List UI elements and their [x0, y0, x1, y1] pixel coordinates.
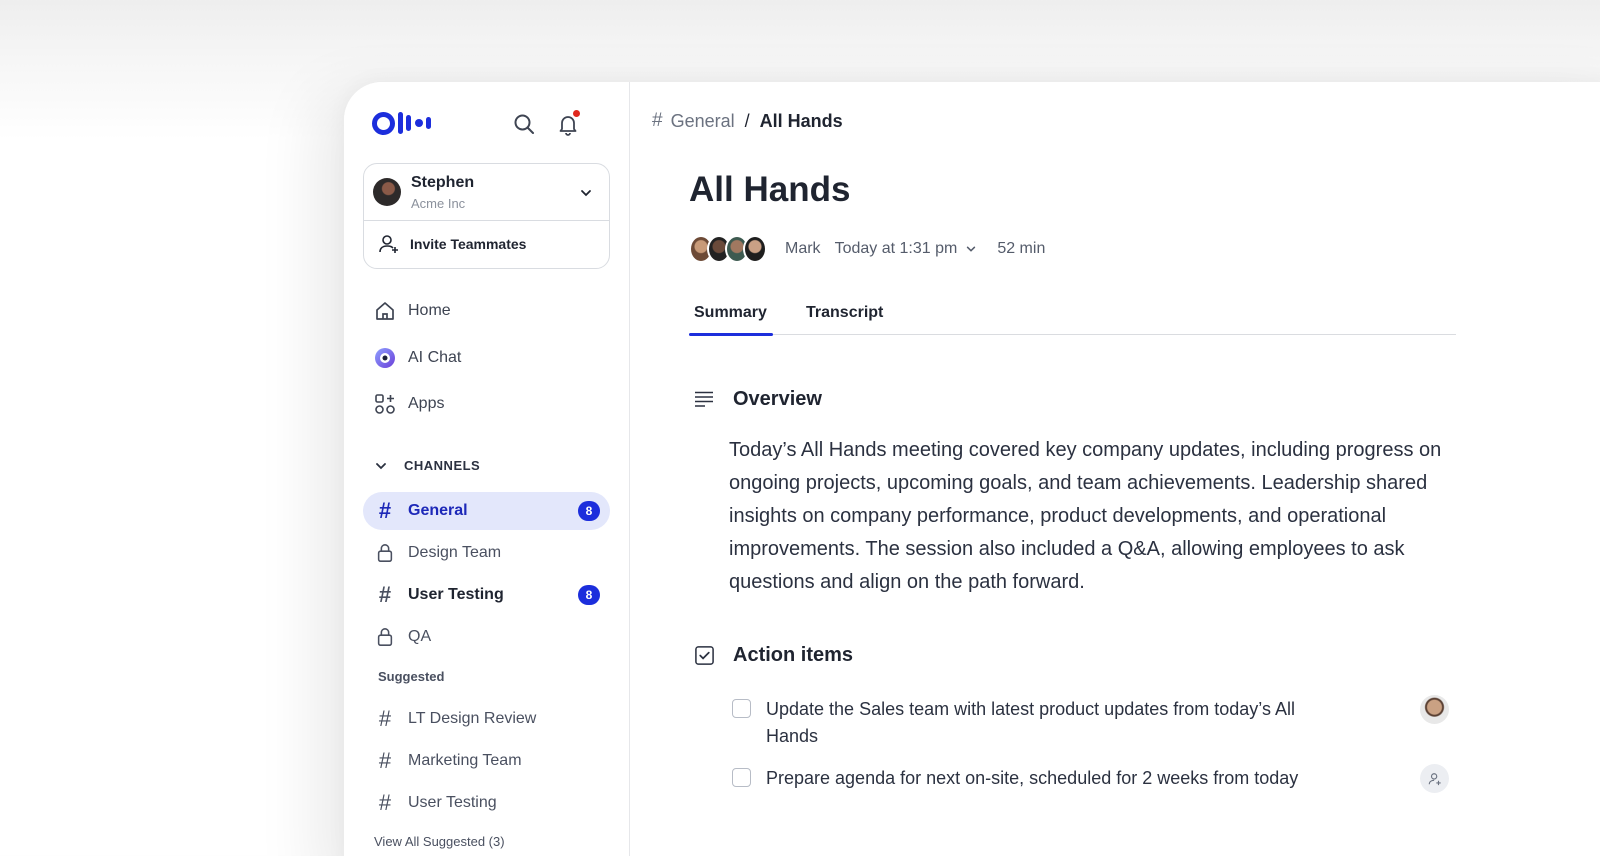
breadcrumb-channel-link[interactable]: General — [671, 111, 735, 132]
search-icon[interactable] — [512, 112, 536, 136]
overview-heading-label: Overview — [733, 388, 822, 410]
channels-section-toggle[interactable]: CHANNELS — [374, 458, 480, 473]
hash-icon: # — [378, 790, 392, 815]
breadcrumb: # General / All Hands — [652, 110, 843, 132]
nav-item-label: Apps — [408, 395, 445, 412]
tab-transcript[interactable]: Transcript — [806, 304, 883, 322]
account-switcher[interactable]: Stephen Acme Inc — [364, 164, 609, 221]
page-title: All Hands — [689, 170, 851, 209]
chevron-down-icon[interactable] — [579, 186, 593, 200]
unread-badge: 8 — [578, 585, 600, 605]
action-item-checkbox[interactable] — [732, 699, 751, 718]
account-card: Stephen Acme Inc Invite Teammates — [363, 163, 610, 269]
meeting-owner: Mark — [785, 240, 821, 257]
invite-teammates-label: Invite Teammates — [410, 236, 527, 252]
action-item: Update the Sales team with latest produc… — [732, 696, 1306, 750]
account-org: Acme Inc — [411, 196, 466, 211]
action-item: Prepare agenda for next on-site, schedul… — [732, 765, 1306, 792]
unread-badge: 8 — [578, 501, 600, 521]
ai-chat-icon — [374, 347, 396, 369]
assignee-avatar[interactable] — [1420, 695, 1449, 724]
hash-icon: # — [378, 582, 392, 607]
action-item-text[interactable]: Prepare agenda for next on-site, schedul… — [766, 765, 1306, 792]
channel-item-user-testing[interactable]: # User Testing 8 — [363, 576, 610, 614]
main-content: # General / All Hands All Hands Mark Tod… — [630, 82, 1600, 856]
notification-dot — [573, 110, 580, 117]
nav-item-ai-chat[interactable]: AI Chat — [374, 344, 461, 372]
breadcrumb-current: All Hands — [759, 110, 843, 131]
nav-item-home[interactable]: Home — [374, 297, 451, 325]
channel-label: User Testing — [408, 794, 497, 811]
channel-item-design-team[interactable]: Design Team — [363, 534, 610, 572]
meeting-meta: Mark Today at 1:31 pm 52 min — [689, 235, 1045, 263]
channel-label: LT Design Review — [408, 710, 537, 727]
suggested-item-user-testing[interactable]: # User Testing — [363, 784, 610, 822]
add-assignee-icon — [1428, 772, 1441, 785]
apps-icon — [374, 393, 396, 415]
breadcrumb-separator: / — [744, 110, 750, 131]
avatar — [373, 178, 401, 206]
invite-teammates-button[interactable]: Invite Teammates — [364, 221, 609, 269]
meeting-duration: 52 min — [997, 240, 1046, 257]
overview-text: Today’s All Hands meeting covered key co… — [729, 439, 1442, 593]
suggested-item-marketing-team[interactable]: # Marketing Team — [363, 742, 610, 780]
suggested-heading: Suggested — [378, 669, 445, 684]
checkbox-checked-icon — [693, 645, 715, 667]
hash-icon: # — [652, 110, 663, 131]
overview-heading: Overview — [693, 388, 822, 411]
hash-icon: # — [378, 498, 392, 523]
participant-avatars[interactable] — [689, 235, 767, 263]
channel-label: Marketing Team — [408, 752, 522, 769]
text-lines-icon — [693, 389, 715, 411]
meeting-date-dropdown[interactable]: Today at 1:31 pm — [835, 240, 978, 258]
sidebar: Stephen Acme Inc Invite Teammates Home A… — [344, 82, 630, 856]
channel-item-general[interactable]: # General 8 — [363, 492, 610, 530]
nav-item-label: AI Chat — [408, 349, 462, 366]
nav-item-label: Home — [408, 302, 451, 319]
nav-item-apps[interactable]: Apps — [374, 390, 444, 418]
chevron-down-icon — [967, 246, 976, 252]
tab-summary[interactable]: Summary — [694, 304, 767, 322]
channels-heading: CHANNELS — [404, 458, 481, 473]
avatar — [743, 235, 767, 263]
channel-label: Design Team — [408, 544, 502, 561]
view-all-suggested-link[interactable]: View All Suggested (3) — [374, 834, 505, 849]
channel-item-qa[interactable]: QA — [363, 618, 610, 656]
app-window: Stephen Acme Inc Invite Teammates Home A… — [344, 82, 1600, 856]
tab-bar: Summary Transcript — [689, 287, 1456, 336]
channel-label: User Testing — [408, 586, 504, 603]
meeting-date: Today at 1:31 pm — [834, 240, 958, 257]
action-item-text[interactable]: Update the Sales team with latest produc… — [766, 696, 1306, 750]
add-user-icon — [379, 235, 398, 253]
hash-icon: # — [378, 748, 392, 773]
chevron-down-icon — [376, 462, 386, 469]
add-assignee-button[interactable] — [1420, 764, 1449, 793]
channel-label: QA — [408, 628, 432, 645]
home-icon — [374, 300, 396, 322]
action-items-heading: Action items — [693, 644, 853, 667]
hash-icon: # — [378, 706, 392, 731]
suggested-item-lt-design-review[interactable]: # LT Design Review — [363, 700, 610, 738]
lock-icon — [374, 626, 396, 648]
active-tab-indicator — [689, 333, 773, 336]
notification-bell-icon[interactable] — [556, 110, 580, 136]
channel-label: General — [408, 502, 468, 519]
action-items-heading-label: Action items — [733, 644, 854, 666]
account-name: Stephen — [411, 174, 475, 191]
action-item-checkbox[interactable] — [732, 768, 751, 787]
lock-icon — [374, 542, 396, 564]
otter-logo[interactable] — [372, 110, 431, 136]
